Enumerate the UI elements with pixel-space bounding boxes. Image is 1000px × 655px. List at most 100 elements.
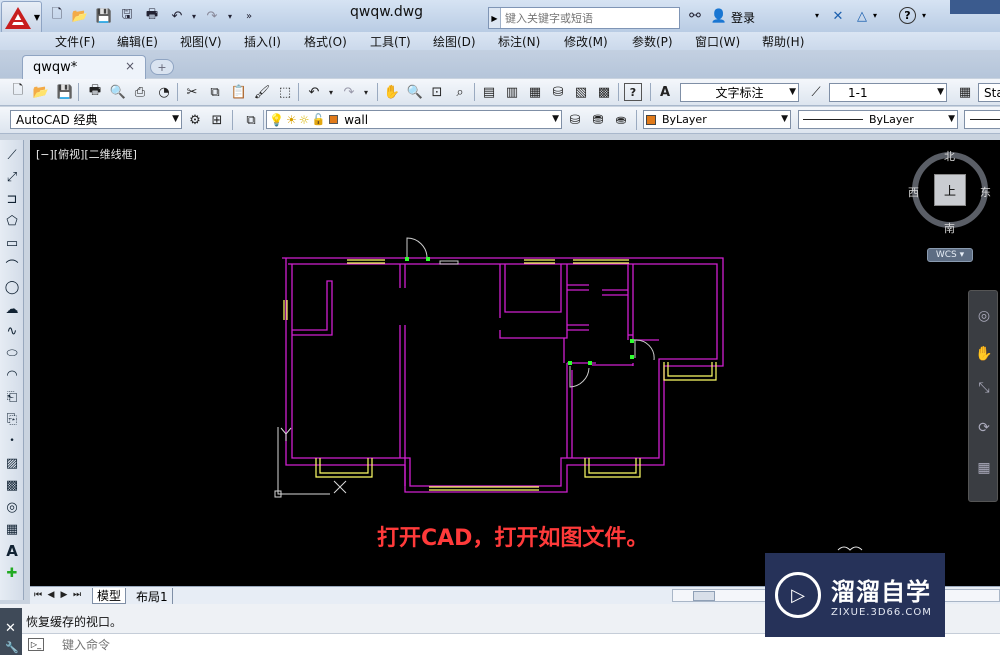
compass-east-label[interactable]: 东 [980,184,991,200]
publish-icon[interactable]: ⎙ [131,83,149,101]
polygon-icon[interactable]: ⬠ [3,212,21,230]
ellipse-icon[interactable]: ⬭ [3,344,21,362]
layer-state-icon[interactable]: ⛂ [612,111,630,129]
menu-view[interactable]: 视图(V) [180,33,222,50]
a360-icon[interactable]: △ [853,7,871,25]
layer-properties-icon[interactable]: ⧉ [242,111,260,129]
plot-icon[interactable]: 🖶 [86,83,104,101]
menu-help[interactable]: 帮助(H) [762,33,804,50]
help-icon[interactable]: ? [899,7,916,24]
match-properties-icon[interactable]: 🖌 [253,83,271,101]
linetype-dropdown[interactable]: ByLayer ▼ [798,110,958,129]
hatch-icon[interactable]: ▨ [3,454,21,472]
add-selected-icon[interactable]: ✚ [3,564,21,582]
rectangle-icon[interactable]: ▭ [3,234,21,252]
open-file-icon[interactable]: 📂 [71,7,89,25]
viewcube[interactable]: 上 北 南 西 东 [908,150,991,235]
command-prompt-icon[interactable]: ▷_ [28,638,44,651]
compass-south-label[interactable]: 南 [944,220,955,236]
block-editor-icon[interactable]: ⬚ [276,83,294,101]
orbit-icon[interactable]: ⟳ [973,417,995,439]
open-icon[interactable]: 📂 [32,83,50,101]
window-controls[interactable] [950,0,1000,14]
print-icon[interactable]: 🖶 [143,7,161,25]
spline-icon[interactable]: ∿ [3,322,21,340]
last-layout-icon[interactable]: ⏭ [72,589,82,601]
undo-dropdown-icon[interactable]: ▾ [185,7,203,25]
close-icon[interactable]: ✕ [5,621,16,636]
save-icon[interactable]: 💾 [95,7,113,25]
tab-model[interactable]: 模型 [92,588,127,604]
menu-modify[interactable]: 修改(M) [564,33,608,50]
menu-draw[interactable]: 绘图(D) [433,33,476,50]
workspace-settings-icon[interactable]: ⚙ [186,111,204,129]
new-file-icon[interactable]: 🗋 [48,7,66,25]
dim-style-dropdown[interactable]: 1-1 ▼ [829,83,947,102]
search-input[interactable] [501,11,671,25]
lineweight-dropdown[interactable] [964,110,1000,129]
search-expand-icon[interactable]: ▶ [489,8,501,28]
command-window-handle[interactable]: ✕ 🔧 [0,608,22,655]
redo-icon[interactable]: ↷ [203,7,221,25]
menu-parametric[interactable]: 参数(P) [632,33,673,50]
revision-cloud-icon[interactable]: ☁ [3,300,21,318]
scrollbar-thumb[interactable] [693,591,715,601]
design-center-icon[interactable]: ▥ [503,83,521,101]
line-icon[interactable]: ⟋ [3,146,21,164]
pan-icon[interactable]: ✋ [383,83,401,101]
help-icon[interactable]: ? [624,83,642,101]
redo-dropdown-icon[interactable]: ▾ [221,7,239,25]
calculator-icon[interactable]: ▩ [595,83,613,101]
dim-style-icon[interactable]: ⟋ [807,83,825,101]
layer-dropdown[interactable]: 💡 ☀ ☼ 🔓 wall ▼ [266,110,562,129]
circle-icon[interactable]: ◯ [3,278,21,296]
unlock-icon[interactable]: 🔓 [311,113,325,126]
menu-format[interactable]: 格式(O) [304,33,347,50]
next-layout-icon[interactable]: ▶ [59,589,69,601]
wcs-menu[interactable]: WCS ▾ [927,248,973,262]
new-tab-button[interactable]: + [150,59,174,75]
save-as-icon[interactable]: 🖫 [118,7,136,25]
make-block-icon[interactable]: ⎘ [3,410,21,428]
preview-icon[interactable]: 🔍 [109,83,127,101]
more-qat-icon[interactable]: » [240,7,258,25]
tab-layout1[interactable]: 布局1 [132,588,173,604]
close-tab-icon[interactable]: × [125,59,135,73]
markup-icon[interactable]: ▧ [572,83,590,101]
copy-icon[interactable]: ⧉ [206,83,224,101]
new-icon[interactable]: 🗋 [9,83,27,101]
zoom-extents-icon[interactable]: ⤡ [973,377,995,399]
save-icon[interactable]: 💾 [56,83,74,101]
multiline-text-icon[interactable]: A [3,542,21,560]
menu-insert[interactable]: 插入(I) [244,33,281,50]
construction-line-icon[interactable]: ⤢ [3,168,21,186]
previous-layout-icon[interactable]: ◀ [46,589,56,601]
login-dropdown-icon[interactable]: ▾ [815,11,819,20]
make-current-layer-icon[interactable]: ⛁ [566,111,584,129]
text-style-icon[interactable]: A [656,83,674,101]
point-icon[interactable]: • [3,432,21,450]
table-icon[interactable]: ▦ [3,520,21,538]
a360-dropdown-icon[interactable]: ▾ [873,11,877,20]
color-dropdown[interactable]: ByLayer ▼ [643,110,791,129]
freeze-viewport-icon[interactable]: ☼ [299,113,310,127]
sun-icon[interactable]: ☀ [286,113,297,127]
steering-wheel-icon[interactable]: ◎ [973,305,995,327]
zoom-realtime-icon[interactable]: 🔍 [406,83,424,101]
undo-icon[interactable]: ↶ [168,7,186,25]
compass-west-label[interactable]: 西 [908,184,919,200]
search-box[interactable]: ▶ [488,7,680,29]
lightbulb-icon[interactable]: 💡 [269,113,284,127]
zoom-previous-icon[interactable]: ⌕ [451,83,469,101]
arc-icon[interactable]: ⌒ [3,256,21,275]
compass-north-label[interactable]: 北 [944,148,955,164]
ellipse-arc-icon[interactable]: ◠ [3,366,21,384]
polyline-icon[interactable]: ⊐ [3,190,21,208]
viewcube-top-face[interactable]: 上 [934,174,966,206]
redo-dropdown-icon[interactable]: ▾ [357,83,375,101]
viewport-controls-label[interactable]: [−][俯视][二维线框] [36,146,137,162]
exchange-icon[interactable]: ✕ [829,7,847,25]
menu-edit[interactable]: 编辑(E) [117,33,158,50]
menu-dimension[interactable]: 标注(N) [498,33,540,50]
table-style-dropdown[interactable]: Sta [978,83,1000,102]
